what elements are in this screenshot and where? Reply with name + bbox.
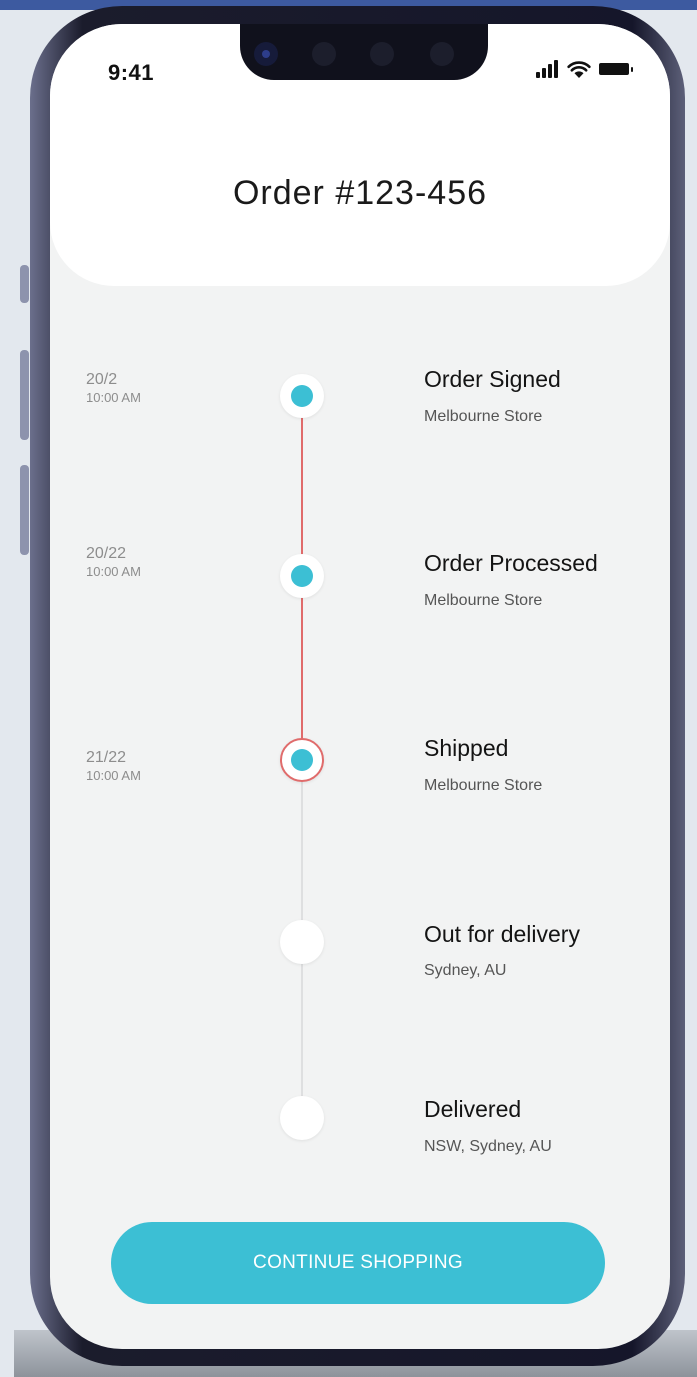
step-status-dot-current xyxy=(280,738,324,782)
step-location: NSW, Sydney, AU xyxy=(424,1138,552,1155)
phone-screen: 9:41 Order #123-456 20/2 10:00 AM Order … xyxy=(50,24,670,1349)
volume-up-button xyxy=(20,350,29,440)
battery-icon xyxy=(599,63,633,75)
step-date: 20/2 10:00 AM xyxy=(86,370,141,406)
step-title: Out for delivery xyxy=(424,921,580,947)
volume-down-button xyxy=(20,465,29,555)
step-title: Order Signed xyxy=(424,366,561,392)
camera-icon xyxy=(254,42,278,66)
sensor-icon xyxy=(312,42,336,66)
sensor-icon xyxy=(430,42,454,66)
step-location: Sydney, AU xyxy=(424,962,507,979)
step-title: Order Processed xyxy=(424,550,598,576)
page-title: Order #123-456 xyxy=(232,174,488,212)
status-time: 9:41 xyxy=(108,60,155,85)
status-icons xyxy=(536,58,646,82)
step-date: 21/22 10:00 AM xyxy=(86,748,141,784)
step-date-time: 10:00 AM xyxy=(86,564,141,579)
wifi-icon xyxy=(567,61,591,78)
step-date: 20/22 10:00 AM xyxy=(86,544,141,580)
continue-shopping-button[interactable]: CONTINUE SHOPPING xyxy=(111,1222,605,1304)
sensor-icon xyxy=(370,42,394,66)
step-date-day: 20/22 xyxy=(86,545,127,562)
mute-switch xyxy=(20,265,29,303)
step-title: Delivered xyxy=(424,1096,522,1122)
step-status-dot-completed xyxy=(280,374,324,418)
phone-notch xyxy=(240,24,488,80)
step-date-day: 20/2 xyxy=(86,371,118,388)
step-status-dot-pending xyxy=(280,1096,324,1140)
step-title: Shipped xyxy=(424,735,509,761)
step-location: Melbourne Store xyxy=(424,777,543,794)
step-location: Melbourne Store xyxy=(424,592,543,609)
step-date-time: 10:00 AM xyxy=(86,768,141,783)
step-date-day: 21/22 xyxy=(86,749,127,766)
step-status-dot-completed xyxy=(280,554,324,598)
signal-icon xyxy=(536,60,560,78)
step-date-time: 10:00 AM xyxy=(86,390,141,405)
step-location: Melbourne Store xyxy=(424,408,543,425)
step-status-dot-pending xyxy=(280,920,324,964)
